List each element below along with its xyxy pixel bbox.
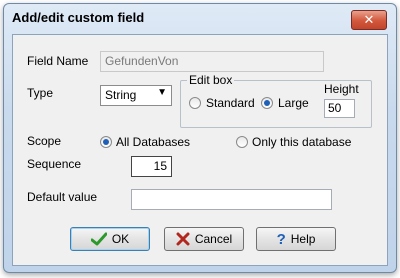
check-icon bbox=[90, 232, 107, 246]
only-this-database-label[interactable]: Only this database bbox=[252, 135, 351, 149]
ok-button-label: OK bbox=[111, 232, 130, 246]
type-label: Type bbox=[27, 86, 54, 100]
question-icon: ? bbox=[276, 230, 286, 248]
dialog-window: Add/edit custom field ✕ Field Name Gefun… bbox=[3, 3, 397, 273]
title-bar[interactable]: Add/edit custom field ✕ bbox=[4, 4, 396, 32]
sequence-label: Sequence bbox=[27, 157, 82, 171]
default-value-input[interactable] bbox=[131, 189, 332, 210]
type-select[interactable]: String ▼ bbox=[100, 85, 172, 106]
dialog-title: Add/edit custom field bbox=[12, 10, 145, 25]
height-input[interactable]: 50 bbox=[324, 99, 355, 118]
x-icon bbox=[176, 232, 190, 246]
cancel-button[interactable]: Cancel bbox=[164, 227, 244, 251]
field-name-input[interactable]: GefundenVon bbox=[100, 51, 324, 72]
large-radio-label[interactable]: Large bbox=[278, 96, 309, 110]
all-databases-radio[interactable] bbox=[100, 136, 112, 148]
large-radio[interactable] bbox=[261, 97, 273, 109]
edit-box-legend: Edit box bbox=[187, 73, 235, 87]
standard-radio[interactable] bbox=[189, 97, 201, 109]
height-label: Height bbox=[324, 82, 359, 96]
scope-label: Scope bbox=[27, 134, 62, 148]
default-value-label: Default value bbox=[27, 190, 98, 204]
all-databases-label[interactable]: All Databases bbox=[116, 135, 190, 149]
ok-button[interactable]: OK bbox=[70, 227, 150, 251]
only-this-database-radio[interactable] bbox=[236, 136, 248, 148]
type-select-value: String bbox=[105, 88, 137, 102]
dropdown-arrow-icon: ▼ bbox=[157, 87, 167, 98]
dialog-body: Field Name GefundenVon Type String ▼ Edi… bbox=[12, 34, 388, 266]
sequence-input[interactable]: 15 bbox=[131, 156, 172, 177]
edit-box-group: Edit box Standard Large Height 50 bbox=[180, 73, 372, 128]
cancel-button-label: Cancel bbox=[194, 232, 233, 246]
help-button[interactable]: ? Help bbox=[256, 227, 336, 251]
standard-radio-label[interactable]: Standard bbox=[206, 96, 255, 110]
help-button-label: Help bbox=[290, 232, 316, 246]
field-name-label: Field Name bbox=[27, 54, 89, 68]
close-icon: ✕ bbox=[363, 12, 375, 27]
close-button[interactable]: ✕ bbox=[351, 10, 387, 30]
